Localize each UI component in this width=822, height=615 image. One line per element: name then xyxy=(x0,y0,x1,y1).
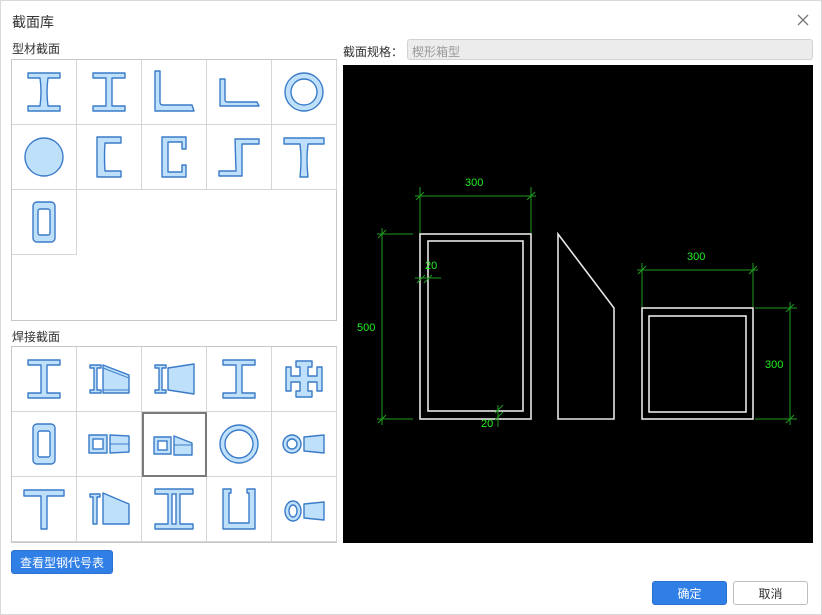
tapered-t-section-icon xyxy=(89,492,130,525)
right-box-inner xyxy=(648,315,747,413)
welded-item-tapered-i-beam[interactable] xyxy=(77,347,142,412)
profile-item-solid-round[interactable] xyxy=(12,125,77,190)
dialog-title: 截面库 xyxy=(12,14,54,30)
welded-item-rect-tube[interactable] xyxy=(12,412,77,477)
double-channel-icon xyxy=(154,488,194,530)
u-section-icon xyxy=(222,488,256,530)
tapered-box-icon xyxy=(88,434,130,454)
wedge-side-view xyxy=(557,231,615,420)
left-thickness-bottom-mark xyxy=(494,404,504,427)
welded-item-round-tube[interactable] xyxy=(207,412,272,477)
welded-item-t-section[interactable] xyxy=(12,477,77,542)
section-preview-canvas: 300 500 20 20 300 300 xyxy=(343,65,813,543)
spec-input[interactable]: 楔形箱型 xyxy=(407,39,813,60)
right-width-dimension xyxy=(637,263,758,307)
section-library-dialog: 截面库 型材截面 焊接截面 截面规格： 楔形箱型 300 500 20 20 3… xyxy=(0,0,822,615)
left-height-label: 500 xyxy=(357,322,375,334)
welded-round-tube-icon xyxy=(219,424,259,464)
welded-item-tapered-i-beam-flared[interactable] xyxy=(142,347,207,412)
section-drawing: 300 500 20 20 300 300 xyxy=(357,177,797,430)
profile-item-unequal-angle[interactable] xyxy=(207,60,272,125)
welded-h-beam-icon xyxy=(222,359,256,399)
profile-item-h-beam[interactable] xyxy=(77,60,142,125)
welded-section-label: 焊接截面 xyxy=(12,330,61,344)
spec-label: 截面规格： xyxy=(343,45,404,59)
cross-section-icon xyxy=(285,360,323,398)
welded-i-beam-icon xyxy=(27,359,61,399)
rect-tube-icon xyxy=(32,201,56,243)
left-width-label: 300 xyxy=(465,177,483,189)
profile-section-grid xyxy=(11,59,337,321)
welded-rect-tube-icon xyxy=(32,423,56,465)
i-beam-icon xyxy=(27,72,61,112)
left-thickness-top-label: 20 xyxy=(425,260,437,272)
tapered-round-tube-icon xyxy=(282,434,325,454)
profile-item-i-beam[interactable] xyxy=(12,60,77,125)
unequal-angle-icon xyxy=(219,78,260,107)
welded-item-tapered-oval-tube[interactable] xyxy=(272,477,337,542)
welded-item-double-channel[interactable] xyxy=(142,477,207,542)
welded-item-cross-section[interactable] xyxy=(272,347,337,412)
z-section-icon xyxy=(218,138,260,177)
welded-item-tapered-box-wedge[interactable] xyxy=(142,412,207,477)
view-steel-code-table-button[interactable]: 查看型钢代号表 xyxy=(11,550,113,574)
cancel-button[interactable]: 取消 xyxy=(733,581,808,605)
welded-section-grid xyxy=(11,346,337,543)
profile-item-angle-steel[interactable] xyxy=(142,60,207,125)
welded-item-tapered-t-section[interactable] xyxy=(77,477,142,542)
tapered-box-wedge-icon xyxy=(153,435,193,456)
profile-item-t-section[interactable] xyxy=(272,125,337,190)
close-icon[interactable] xyxy=(795,12,811,28)
welded-item-tapered-round-tube[interactable] xyxy=(272,412,337,477)
welded-item-u-section[interactable] xyxy=(207,477,272,542)
tapered-i-beam-icon xyxy=(89,364,130,394)
tapered-i-beam-flared-icon xyxy=(154,363,195,395)
solid-round-icon xyxy=(24,137,64,177)
profile-item-round-tube[interactable] xyxy=(272,60,337,125)
ok-button[interactable]: 确定 xyxy=(652,581,727,605)
lipped-channel-icon xyxy=(161,136,187,178)
left-box-inner xyxy=(427,240,524,412)
profile-item-lipped-channel[interactable] xyxy=(142,125,207,190)
right-box-outer xyxy=(641,307,754,420)
left-width-dimension xyxy=(415,187,536,233)
welded-item-tapered-box[interactable] xyxy=(77,412,142,477)
round-tube-icon xyxy=(284,72,324,112)
tapered-oval-tube-icon xyxy=(284,500,325,522)
welded-item-h-beam[interactable] xyxy=(207,347,272,412)
profile-section-label: 型材截面 xyxy=(12,42,61,56)
left-thickness-bottom-label: 20 xyxy=(481,418,493,430)
h-beam-icon xyxy=(92,72,126,112)
t-section-icon xyxy=(283,137,325,178)
right-width-label: 300 xyxy=(687,251,705,263)
channel-icon xyxy=(96,136,122,178)
welded-t-section-icon xyxy=(23,489,65,530)
welded-item-i-beam[interactable] xyxy=(12,347,77,412)
profile-item-z-section[interactable] xyxy=(207,125,272,190)
profile-item-rect-tube[interactable] xyxy=(12,190,77,255)
angle-steel-icon xyxy=(154,70,195,112)
left-height-dimension xyxy=(377,228,413,425)
right-height-label: 300 xyxy=(765,359,783,371)
profile-item-channel[interactable] xyxy=(77,125,142,190)
